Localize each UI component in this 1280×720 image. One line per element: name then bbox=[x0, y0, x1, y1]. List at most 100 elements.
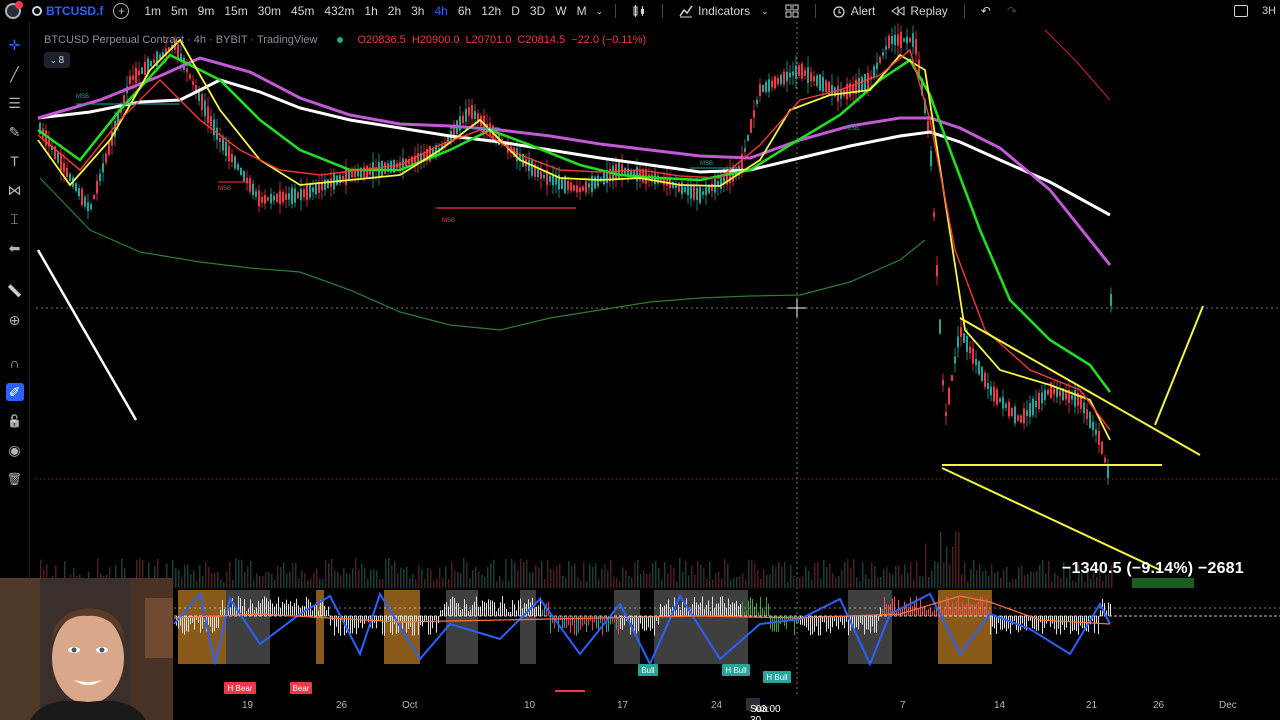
indicator-count-badge[interactable]: ⌄ 8 bbox=[44, 52, 70, 68]
candle-body bbox=[471, 104, 473, 120]
candle-body bbox=[978, 361, 980, 375]
oscillator-bar bbox=[218, 616, 219, 629]
candle-body bbox=[291, 187, 293, 205]
oscillator-bar bbox=[774, 616, 775, 632]
candle-body bbox=[1035, 400, 1037, 408]
oscillator-bar bbox=[378, 616, 379, 621]
oscillator-bar bbox=[828, 616, 829, 629]
market-status-icon bbox=[337, 37, 344, 43]
candle-body bbox=[702, 191, 704, 195]
oscillator-bar bbox=[1006, 616, 1007, 632]
indicator-count: 8 bbox=[58, 54, 65, 66]
candle-body bbox=[102, 163, 104, 173]
oscillator-bar bbox=[264, 596, 265, 616]
oscillator-bar bbox=[964, 605, 965, 616]
candle-body bbox=[696, 187, 698, 200]
oscillator-bar bbox=[1078, 616, 1079, 635]
candle-body bbox=[315, 182, 317, 195]
candle-body bbox=[312, 187, 314, 193]
candle-body bbox=[555, 177, 557, 185]
oscillator-bar bbox=[288, 604, 289, 616]
oscillator-bar bbox=[878, 616, 879, 621]
oscillator-bar bbox=[766, 597, 767, 616]
oscillator-bar bbox=[506, 609, 507, 616]
oscillator-bar bbox=[476, 596, 477, 616]
candle-body bbox=[954, 356, 956, 364]
chevron-down-icon: ⌄ bbox=[49, 55, 57, 65]
candle-body bbox=[258, 190, 260, 207]
oscillator-bar bbox=[572, 616, 573, 626]
candle-body bbox=[69, 173, 71, 181]
oscillator-bar bbox=[732, 602, 733, 616]
candle-body bbox=[306, 184, 308, 201]
candle-body bbox=[957, 336, 959, 348]
candle-body bbox=[78, 188, 80, 196]
oscillator-bar bbox=[468, 610, 469, 616]
oscillator-bar bbox=[486, 603, 487, 616]
oscillator-bar bbox=[934, 609, 935, 616]
candle-body bbox=[885, 46, 887, 50]
candle-body bbox=[273, 196, 275, 201]
oscillator-bar bbox=[750, 596, 751, 616]
oscillator-bar bbox=[254, 609, 255, 616]
oscillator-bar bbox=[760, 596, 761, 616]
candle-body bbox=[597, 175, 599, 187]
oscillator-bar bbox=[930, 607, 931, 616]
candle-body bbox=[585, 181, 587, 193]
oscillator-background-zones bbox=[178, 590, 992, 664]
oscillator-bar bbox=[962, 600, 963, 616]
oscillator-pane[interactable]: H Bear Bear Bull H Bull H Bull bbox=[0, 584, 1280, 694]
oscillator-bar bbox=[1054, 616, 1055, 629]
chart-legend[interactable]: BTCUSD Perpetual Contract · 4h · BYBIT ·… bbox=[44, 34, 646, 46]
time-axis[interactable]: Sun 30 Oct '22 03:00 19 26 Oct 10 17 24 7 14 21 2… bbox=[174, 694, 1280, 720]
oscillator-bar bbox=[872, 616, 873, 627]
oscillator-bar bbox=[772, 616, 773, 632]
oscillator-bar bbox=[292, 606, 293, 616]
candle-body bbox=[747, 135, 749, 141]
oscillator-bar bbox=[1004, 616, 1005, 629]
candle-body bbox=[135, 67, 137, 83]
oscillator-bar bbox=[652, 616, 653, 629]
oscillator-bar bbox=[768, 603, 769, 616]
oscillator-bar bbox=[618, 616, 619, 635]
candle-body bbox=[342, 175, 344, 180]
oscillator-bar bbox=[324, 605, 325, 616]
time-axis-label: 21 bbox=[1086, 700, 1098, 711]
oscillator-bar bbox=[368, 616, 369, 623]
h-bull-label-2: H Bull bbox=[763, 671, 791, 683]
oscillator-bar bbox=[428, 616, 429, 635]
candle-body bbox=[327, 179, 329, 188]
candle-body bbox=[1104, 457, 1106, 463]
candle-body bbox=[234, 156, 236, 169]
oscillator-bar bbox=[990, 616, 991, 635]
oscillator-bar bbox=[200, 616, 201, 633]
oscillator-bar bbox=[296, 598, 297, 616]
candle-body bbox=[123, 95, 125, 104]
candle-body bbox=[582, 186, 584, 191]
candle-body bbox=[132, 75, 134, 80]
candle-body bbox=[903, 38, 905, 42]
oscillator-bar bbox=[654, 616, 655, 636]
candle-body bbox=[468, 107, 470, 116]
oscillator-bar bbox=[600, 616, 601, 623]
candle-body bbox=[57, 152, 59, 163]
oscillator-bar bbox=[926, 609, 927, 616]
oscillator-bar bbox=[262, 599, 263, 616]
candle-body bbox=[771, 80, 773, 88]
oscillator-bar bbox=[418, 616, 419, 635]
svg-text:H Bull: H Bull bbox=[725, 666, 747, 675]
candle-body bbox=[267, 197, 269, 201]
candle-body bbox=[1107, 465, 1109, 479]
oscillator-bar bbox=[638, 616, 639, 632]
oscillator-bar bbox=[820, 616, 821, 636]
oscillator-bar bbox=[536, 606, 537, 616]
candle-body bbox=[294, 188, 296, 203]
oscillator-bar bbox=[958, 596, 959, 616]
oscillator-bar bbox=[838, 616, 839, 630]
candle-body bbox=[153, 59, 155, 63]
oscillator-bar bbox=[484, 601, 485, 616]
oscillator-bar bbox=[474, 601, 475, 616]
oscillator-bar bbox=[874, 616, 875, 633]
oscillator-bar bbox=[756, 603, 757, 616]
oscillator-bar bbox=[720, 596, 721, 616]
